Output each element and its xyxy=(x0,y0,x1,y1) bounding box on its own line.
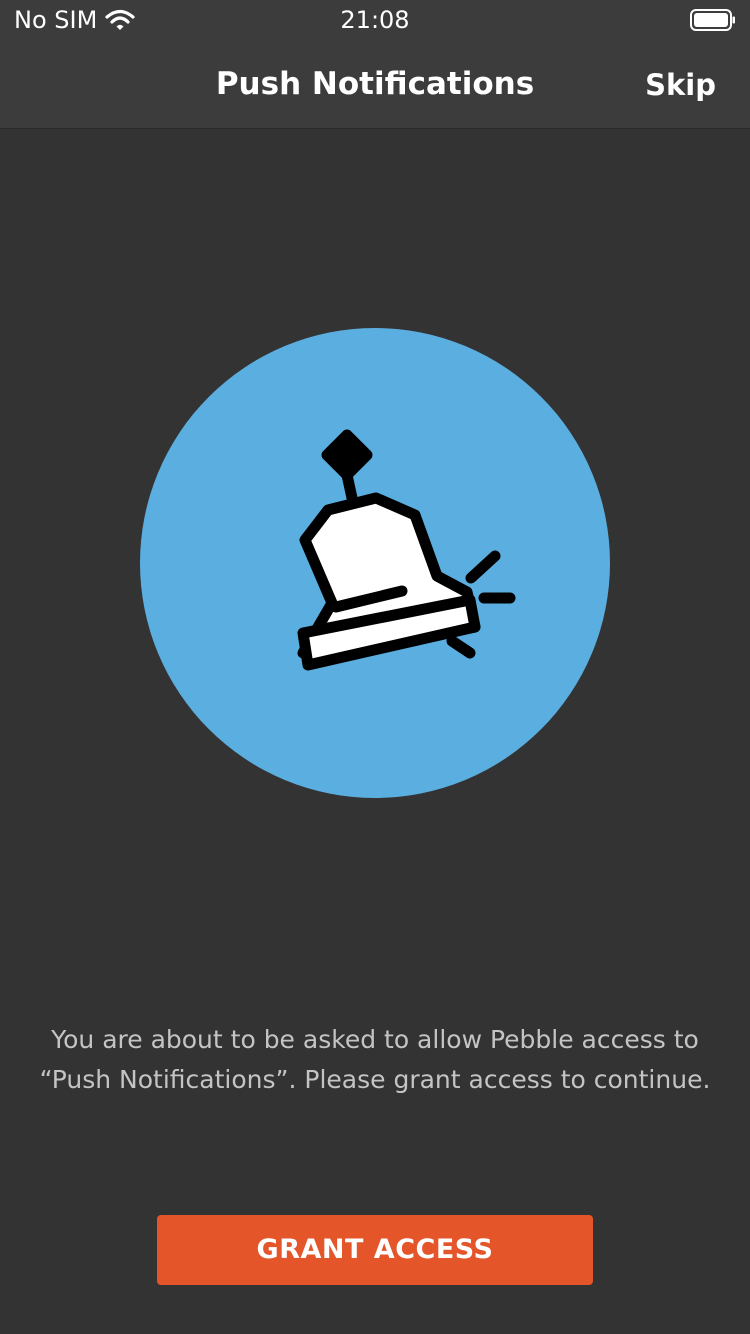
nav-bar: Push Notifications Skip xyxy=(0,40,750,128)
onboarding-screen: No SIM 21:08 Push Notifications Skip You… xyxy=(0,0,750,1334)
permission-message: You are about to be asked to allow Pebbl… xyxy=(39,1025,711,1094)
bell-icon xyxy=(297,429,516,671)
status-bar: No SIM 21:08 xyxy=(0,0,750,40)
battery-icon xyxy=(690,9,735,31)
grant-access-button[interactable]: GRANT ACCESS xyxy=(157,1215,593,1285)
page-title: Push Notifications xyxy=(215,66,535,102)
header: No SIM 21:08 Push Notifications Skip xyxy=(0,0,750,129)
skip-button[interactable]: Skip xyxy=(645,66,716,104)
status-clock: 21:08 xyxy=(340,6,410,34)
